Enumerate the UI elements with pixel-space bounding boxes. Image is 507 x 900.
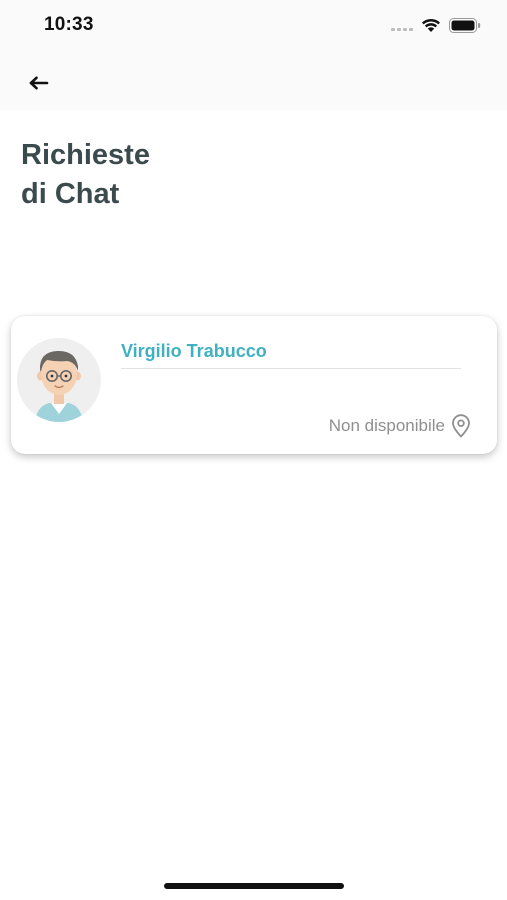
battery-icon [449, 18, 481, 33]
arrow-left-icon [29, 76, 49, 90]
wifi-icon [422, 18, 440, 32]
nav-bar [0, 56, 507, 110]
availability-text: Non disponibile [328, 416, 445, 435]
status-icons [391, 18, 481, 33]
status-time: 10:33 [44, 14, 94, 35]
page-title: Richieste di Chat [21, 136, 321, 214]
back-button[interactable] [24, 68, 54, 98]
cellular-signal-icon [391, 21, 413, 31]
page-title-line-2: di Chat [21, 178, 120, 210]
contact-name: Virgilio Trabucco [121, 341, 267, 361]
page-title-line-1: Richieste [21, 139, 150, 171]
map-pin-icon [452, 414, 470, 438]
status-bar: 10:33 [0, 0, 507, 56]
availability-status: Non disponibile [329, 414, 471, 438]
avatar [17, 338, 101, 422]
divider [121, 368, 461, 369]
chat-request-card[interactable]: Virgilio Trabucco Non disponibile [11, 316, 497, 454]
user-avatar-icon [35, 350, 83, 422]
home-indicator[interactable] [164, 883, 344, 889]
